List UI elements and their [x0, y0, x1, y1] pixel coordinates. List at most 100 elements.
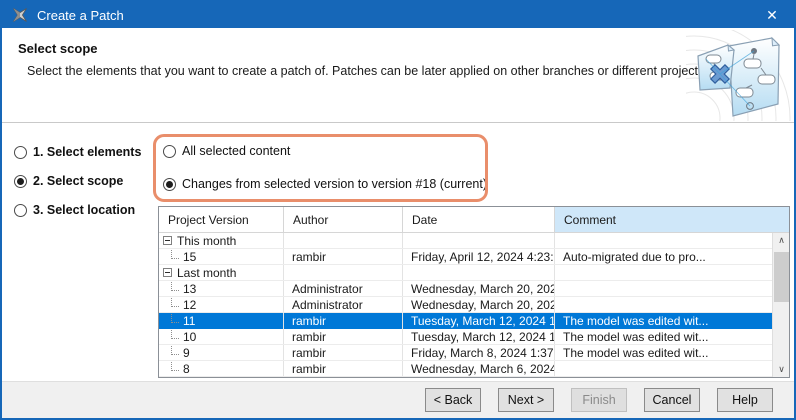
- version-label: 15: [183, 250, 196, 264]
- cell-comment: [555, 361, 772, 376]
- tree-elbow-connector: [171, 282, 179, 291]
- column-header-comment[interactable]: Comment: [555, 207, 789, 232]
- cell-project-version: Last month: [159, 265, 284, 280]
- tree-elbow-connector: [171, 330, 179, 339]
- magicdraw-logo-icon: [12, 7, 28, 23]
- cell-author: rambir: [284, 249, 403, 264]
- cell-date: Friday, April 12, 2024 4:23:15 PM: [403, 249, 555, 264]
- cell-project-version: 11: [159, 313, 284, 329]
- version-label: This month: [177, 234, 236, 248]
- cell-date: Wednesday, March 20, 2024 1:1...: [403, 281, 555, 296]
- scroll-up-icon[interactable]: ∧: [773, 233, 789, 248]
- table-header-row: Project VersionAuthorDateComment: [159, 207, 789, 233]
- step-radio-2[interactable]: 2. Select scope: [14, 174, 123, 188]
- table-row[interactable]: 10 rambir Tuesday, March 12, 2024 11:11:…: [159, 329, 772, 345]
- column-header-project-version[interactable]: Project Version: [159, 207, 284, 232]
- next-button[interactable]: Next >: [498, 388, 554, 412]
- cell-date: Wednesday, March 20, 2024 1:1...: [403, 297, 555, 312]
- tree-elbow-connector: [171, 250, 179, 259]
- cell-comment: [555, 281, 772, 296]
- button-bar: < Back Next > Finish Cancel Help: [2, 381, 794, 418]
- version-label: 13: [183, 282, 196, 296]
- cell-comment: The model was edited wit...: [555, 329, 772, 344]
- cell-comment: The model was edited wit...: [555, 313, 772, 329]
- help-button[interactable]: Help: [717, 388, 773, 412]
- cell-date: [403, 265, 555, 280]
- radio-icon[interactable]: [163, 145, 176, 158]
- cell-project-version: 9: [159, 345, 284, 360]
- table-row[interactable]: 8 rambir Wednesday, March 6, 2024 10:0..…: [159, 361, 772, 377]
- cell-comment: [555, 297, 772, 312]
- cancel-button[interactable]: Cancel: [644, 388, 700, 412]
- tree-elbow-connector: [171, 298, 179, 307]
- wizard-content: 1. Select elements 2. Select scope 3. Se…: [2, 124, 794, 381]
- project-versions-table: Project VersionAuthorDateComment This mo…: [158, 206, 790, 378]
- table-row[interactable]: 12 Administrator Wednesday, March 20, 20…: [159, 297, 772, 313]
- step-label: 1. Select elements: [33, 145, 141, 159]
- step-radio-1[interactable]: 1. Select elements: [14, 145, 141, 159]
- cell-author: rambir: [284, 361, 403, 376]
- title-bar[interactable]: Create a Patch ✕: [2, 2, 794, 28]
- vertical-scrollbar[interactable]: ∧ ∨: [772, 233, 789, 377]
- radio-icon[interactable]: [14, 204, 27, 217]
- cell-author: [284, 233, 403, 248]
- table-body: This month 15 rambir Friday, April 12, 2…: [159, 233, 789, 377]
- column-header-date[interactable]: Date: [403, 207, 555, 232]
- table-row[interactable]: 9 rambir Friday, March 8, 2024 1:37:58 P…: [159, 345, 772, 361]
- scope-radio-row[interactable]: Changes from selected version to version…: [163, 177, 487, 191]
- cell-author: rambir: [284, 329, 403, 344]
- table-row[interactable]: Last month: [159, 265, 772, 281]
- cell-author: [284, 265, 403, 280]
- column-header-author[interactable]: Author: [284, 207, 403, 232]
- radio-icon[interactable]: [14, 175, 27, 188]
- version-label: 11: [183, 314, 195, 328]
- cell-project-version: 10: [159, 329, 284, 344]
- cell-project-version: 15: [159, 249, 284, 264]
- scope-option-label: All selected content: [182, 144, 290, 158]
- cell-project-version: 13: [159, 281, 284, 296]
- cell-author: rambir: [284, 345, 403, 360]
- close-icon[interactable]: ✕: [750, 2, 794, 28]
- cell-date: Wednesday, March 6, 2024 10:0...: [403, 361, 555, 376]
- scrollbar-thumb[interactable]: [774, 252, 789, 302]
- back-button[interactable]: < Back: [425, 388, 481, 412]
- table-row[interactable]: 15 rambir Friday, April 12, 2024 4:23:15…: [159, 249, 772, 265]
- cell-comment: Auto-migrated due to pro...: [555, 249, 772, 264]
- finish-button[interactable]: Finish: [571, 388, 627, 412]
- radio-icon[interactable]: [14, 146, 27, 159]
- table-row[interactable]: 11 rambir Tuesday, March 12, 2024 11:11:…: [159, 313, 772, 329]
- radio-icon[interactable]: [163, 178, 176, 191]
- version-label: 10: [183, 330, 196, 344]
- version-label: Last month: [177, 266, 236, 280]
- cell-date: [403, 233, 555, 248]
- cell-author: Administrator: [284, 297, 403, 312]
- patch-illustration-icon: [686, 30, 792, 121]
- cell-project-version: 12: [159, 297, 284, 312]
- tree-elbow-connector: [171, 362, 179, 371]
- tree-elbow-connector: [171, 346, 179, 355]
- scope-radio-row[interactable]: All selected content: [163, 144, 290, 158]
- page-title: Select scope: [18, 41, 98, 56]
- scroll-down-icon[interactable]: ∨: [773, 362, 789, 377]
- table-row[interactable]: This month: [159, 233, 772, 249]
- window-title: Create a Patch: [37, 8, 124, 23]
- table-row[interactable]: 13 Administrator Wednesday, March 20, 20…: [159, 281, 772, 297]
- cell-date: Friday, March 8, 2024 1:37:58 PM: [403, 345, 555, 360]
- step-label: 2. Select scope: [33, 174, 123, 188]
- wizard-header: Select scope Select the elements that yo…: [2, 28, 794, 123]
- collapse-minus-icon[interactable]: [163, 268, 172, 277]
- tree-elbow-connector: [171, 314, 179, 323]
- cell-comment: The model was edited wit...: [555, 345, 772, 360]
- create-patch-dialog: Create a Patch ✕ Select scope Select the…: [0, 0, 796, 420]
- version-label: 12: [183, 298, 196, 312]
- cell-date: Tuesday, March 12, 2024 11:11:...: [403, 313, 555, 329]
- cell-project-version: This month: [159, 233, 284, 248]
- collapse-minus-icon[interactable]: [163, 236, 172, 245]
- step-radio-3[interactable]: 3. Select location: [14, 203, 135, 217]
- version-label: 8: [183, 362, 190, 376]
- version-label: 9: [183, 346, 190, 360]
- page-description: Select the elements that you want to cre…: [27, 64, 708, 78]
- cell-project-version: 8: [159, 361, 284, 376]
- cell-date: Tuesday, March 12, 2024 11:11:...: [403, 329, 555, 344]
- step-label: 3. Select location: [33, 203, 135, 217]
